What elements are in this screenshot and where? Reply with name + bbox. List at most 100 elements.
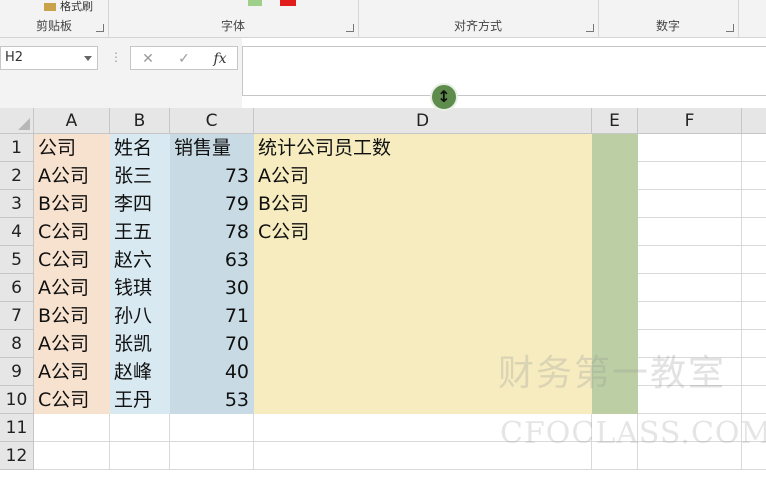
cell-a2[interactable]: A公司 (34, 162, 110, 190)
column-header-c[interactable]: C (170, 108, 254, 134)
cell-g8[interactable] (742, 330, 766, 358)
cell-d2[interactable]: A公司 (254, 162, 592, 190)
cell-f2[interactable] (638, 162, 742, 190)
row-header-11[interactable]: 11 (0, 414, 34, 442)
insert-function-icon[interactable]: fx (205, 49, 235, 69)
dialog-launcher-icon[interactable] (586, 24, 594, 32)
cell-e4[interactable] (592, 218, 638, 246)
cell-e5[interactable] (592, 246, 638, 274)
dialog-launcher-icon[interactable] (96, 24, 104, 32)
cell-d6[interactable] (254, 274, 592, 302)
cell-e7[interactable] (592, 302, 638, 330)
cell-a12[interactable] (34, 442, 110, 470)
cell-a3[interactable]: B公司 (34, 190, 110, 218)
cell-b5[interactable]: 赵六 (110, 246, 170, 274)
cell-a9[interactable]: A公司 (34, 358, 110, 386)
cell-b9[interactable]: 赵峰 (110, 358, 170, 386)
row-header-12[interactable]: 12 (0, 442, 34, 470)
name-box[interactable]: H2 (0, 46, 98, 70)
cell-c5[interactable]: 63 (170, 246, 254, 274)
enter-icon[interactable]: ✓ (169, 49, 199, 69)
cell-b8[interactable]: 张凯 (110, 330, 170, 358)
cell-g6[interactable] (742, 274, 766, 302)
cell-c6[interactable]: 30 (170, 274, 254, 302)
cell-b2[interactable]: 张三 (110, 162, 170, 190)
cell-f4[interactable] (638, 218, 742, 246)
cell-d3[interactable]: B公司 (254, 190, 592, 218)
formula-bar-splitter[interactable]: ⋮ (110, 50, 122, 64)
row-header-5[interactable]: 5 (0, 246, 34, 274)
cell-d4[interactable]: C公司 (254, 218, 592, 246)
cell-a4[interactable]: C公司 (34, 218, 110, 246)
cell-g2[interactable] (742, 162, 766, 190)
cell-c7[interactable]: 71 (170, 302, 254, 330)
cell-a6[interactable]: A公司 (34, 274, 110, 302)
cell-g9[interactable] (742, 358, 766, 386)
dialog-launcher-icon[interactable] (346, 24, 354, 32)
row-header-7[interactable]: 7 (0, 302, 34, 330)
row-header-1[interactable]: 1 (0, 134, 34, 162)
cell-c9[interactable]: 40 (170, 358, 254, 386)
column-header-f[interactable]: F (638, 108, 742, 134)
cell-b11[interactable] (110, 414, 170, 442)
cell-c8[interactable]: 70 (170, 330, 254, 358)
cell-b7[interactable]: 孙八 (110, 302, 170, 330)
row-header-10[interactable]: 10 (0, 386, 34, 414)
dialog-launcher-icon[interactable] (726, 24, 734, 32)
cell-e6[interactable] (592, 274, 638, 302)
cell-b4[interactable]: 王五 (110, 218, 170, 246)
row-header-9[interactable]: 9 (0, 358, 34, 386)
cell-f3[interactable] (638, 190, 742, 218)
cell-b12[interactable] (110, 442, 170, 470)
row-header-4[interactable]: 4 (0, 218, 34, 246)
row-header-8[interactable]: 8 (0, 330, 34, 358)
cell-f1[interactable] (638, 134, 742, 162)
column-header-e[interactable]: E (592, 108, 638, 134)
row-header-6[interactable]: 6 (0, 274, 34, 302)
cancel-icon[interactable]: ✕ (133, 49, 163, 69)
cell-a1[interactable]: 公司 (34, 134, 110, 162)
cell-d5[interactable] (254, 246, 592, 274)
cell-e3[interactable] (592, 190, 638, 218)
cell-g4[interactable] (742, 218, 766, 246)
cell-e1[interactable] (592, 134, 638, 162)
cell-a10[interactable]: C公司 (34, 386, 110, 414)
cell-d7[interactable] (254, 302, 592, 330)
cell-c10[interactable]: 53 (170, 386, 254, 414)
cell-f6[interactable] (638, 274, 742, 302)
cell-g5[interactable] (742, 246, 766, 274)
cell-c3[interactable]: 79 (170, 190, 254, 218)
row-header-2[interactable]: 2 (0, 162, 34, 190)
cell-a11[interactable] (34, 414, 110, 442)
row-header-3[interactable]: 3 (0, 190, 34, 218)
cell-c1[interactable]: 销售量 (170, 134, 254, 162)
column-header-d[interactable]: D (254, 108, 592, 134)
cell-c4[interactable]: 78 (170, 218, 254, 246)
column-header[interactable] (742, 108, 766, 134)
cell-a5[interactable]: C公司 (34, 246, 110, 274)
cell-d1[interactable]: 统计公司员工数 (254, 134, 592, 162)
chevron-down-icon[interactable] (84, 56, 92, 61)
column-header-b[interactable]: B (110, 108, 170, 134)
cell-b3[interactable]: 李四 (110, 190, 170, 218)
cell-c12[interactable] (170, 442, 254, 470)
cell-a8[interactable]: A公司 (34, 330, 110, 358)
column-header-a[interactable]: A (34, 108, 110, 134)
cell-a7[interactable]: B公司 (34, 302, 110, 330)
cell-e2[interactable] (592, 162, 638, 190)
formula-input[interactable] (242, 46, 766, 96)
cell-b6[interactable]: 钱琪 (110, 274, 170, 302)
cell-c2[interactable]: 73 (170, 162, 254, 190)
cell-c11[interactable] (170, 414, 254, 442)
cell-b10[interactable]: 王丹 (110, 386, 170, 414)
select-all-button[interactable] (0, 108, 34, 134)
cell-b1[interactable]: 姓名 (110, 134, 170, 162)
cell-g7[interactable] (742, 302, 766, 330)
ribbon-group-label: 剪贴板 (35, 19, 72, 33)
cell-f7[interactable] (638, 302, 742, 330)
formula-bar-resize-handle[interactable]: ↕ (430, 83, 458, 111)
cell-g3[interactable] (742, 190, 766, 218)
cell-g10[interactable] (742, 386, 766, 414)
cell-g1[interactable] (742, 134, 766, 162)
cell-f5[interactable] (638, 246, 742, 274)
